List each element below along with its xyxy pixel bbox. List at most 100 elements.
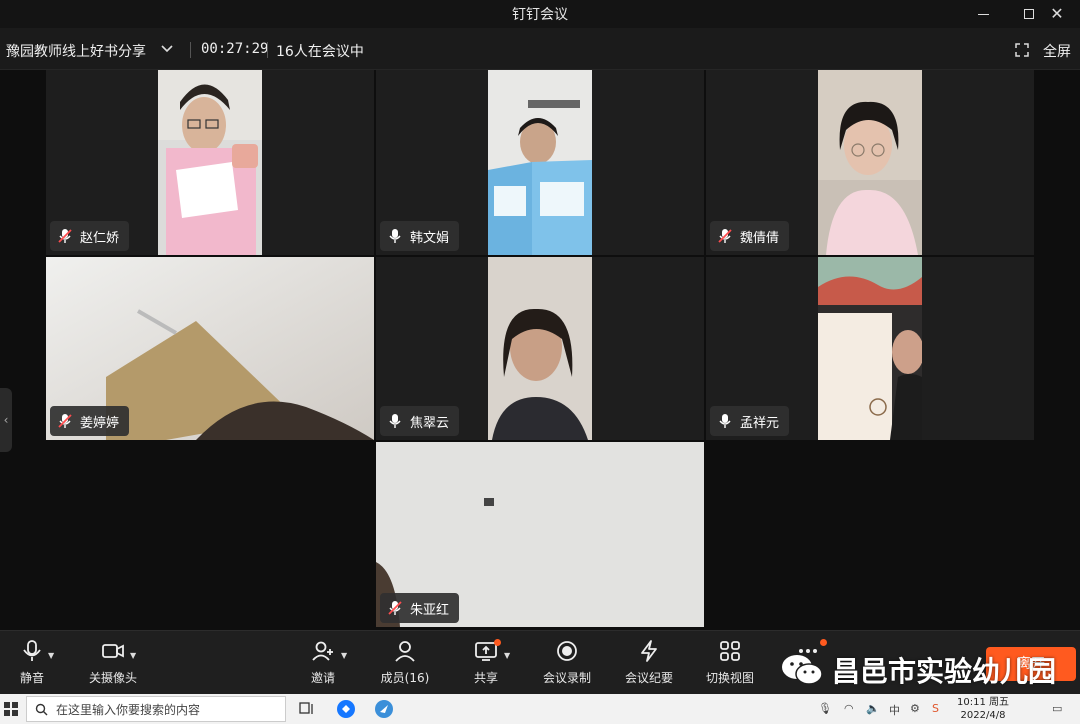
participant-name: 朱亚红: [410, 602, 450, 618]
maximize-icon: [1024, 9, 1034, 19]
video-camera-icon: [102, 644, 124, 658]
dropdown-arrow-icon[interactable]: ▼: [341, 651, 347, 660]
video-tile[interactable]: 韩文娟: [376, 70, 704, 255]
wifi-icon[interactable]: ◠: [844, 702, 854, 715]
dingtalk-app-icon[interactable]: [335, 698, 357, 720]
chevron-down-icon[interactable]: [160, 41, 174, 55]
search-placeholder: 在这里输入你要搜索的内容: [56, 702, 201, 717]
participant-video: [818, 70, 922, 255]
participant-name-chip: 焦翠云: [380, 406, 460, 436]
members-label: 成员(16): [380, 671, 430, 685]
notification-dot: [494, 639, 501, 646]
minutes-label: 会议纪要: [624, 671, 673, 685]
mic-icon: [719, 414, 731, 428]
mic-icon: [389, 414, 401, 428]
windows-start-icon[interactable]: [4, 702, 18, 716]
participant-name: 赵仁娇: [80, 230, 120, 246]
switch-view-label: 切换视图: [705, 671, 754, 685]
mic-muted-icon: [718, 229, 732, 243]
invite-button[interactable]: ▼ 邀请: [283, 639, 363, 686]
camera-button[interactable]: ▼ 关摄像头: [73, 639, 153, 686]
taskbar-search-input[interactable]: 在这里输入你要搜索的内容: [26, 696, 286, 722]
tray-app-icon[interactable]: ⚙: [910, 702, 920, 715]
lightning-icon: [641, 640, 657, 662]
participant-name-chip: 孟祥元: [710, 406, 790, 436]
minutes-button[interactable]: 会议纪要: [609, 639, 689, 686]
dropdown-arrow-icon[interactable]: ▼: [504, 651, 510, 660]
video-tile[interactable]: 魏倩倩: [706, 70, 1034, 255]
participant-video: [488, 257, 592, 440]
wechat-logo-icon: [782, 655, 823, 685]
video-grid: ‹ 赵仁娇 韩文娟 魏倩倩 姜婷婷 焦翠云 孟祥元 朱亚红: [0, 70, 1080, 630]
close-icon: ✕: [1050, 4, 1064, 23]
camera-label: 关摄像头: [88, 671, 137, 685]
participant-name: 魏倩倩: [740, 230, 780, 246]
side-panel-toggle[interactable]: ‹: [0, 388, 12, 452]
window-title-bar: 钉钉会议 ✕: [0, 0, 1080, 28]
record-label: 会议录制: [542, 671, 591, 685]
participant-name: 孟祥元: [740, 415, 780, 431]
microphone-icon: [23, 640, 41, 661]
mic-icon: [389, 229, 401, 243]
participant-name-chip: 魏倩倩: [710, 221, 790, 251]
mic-muted-icon: [388, 601, 402, 615]
fullscreen-button[interactable]: 全屏: [1043, 41, 1071, 61]
mic-muted-icon: [58, 229, 72, 243]
notification-center-icon[interactable]: ▭: [1052, 702, 1062, 715]
meeting-title[interactable]: 豫园教师线上好书分享: [6, 41, 146, 61]
watermark: 昌邑市实验幼儿园: [780, 650, 1056, 690]
share-button[interactable]: ▼ 共享: [446, 639, 526, 686]
participant-video: [818, 257, 922, 440]
ime-label[interactable]: 中: [889, 702, 900, 718]
members-icon: [395, 641, 415, 662]
participant-name: 韩文娟: [410, 230, 450, 246]
participant-name-chip: 赵仁娇: [50, 221, 130, 251]
divider: [190, 42, 191, 58]
dropdown-arrow-icon[interactable]: ▼: [48, 651, 54, 660]
participant-name-chip: 姜婷婷: [50, 406, 130, 436]
participant-name-chip: 韩文娟: [380, 221, 460, 251]
participant-count: 16人在会议中: [276, 44, 364, 60]
mute-button[interactable]: ▼ 静音: [0, 639, 72, 686]
app-icon[interactable]: [373, 698, 395, 720]
os-taskbar: 在这里输入你要搜索的内容 🎙 ◠ 🔈 中 ⚙ S 10:11 周五 2022/4…: [0, 694, 1080, 724]
members-button[interactable]: 成员(16): [365, 639, 445, 686]
video-tile[interactable]: 焦翠云: [376, 257, 704, 440]
minimize-icon: [977, 13, 989, 15]
divider: [267, 42, 268, 58]
participant-name-chip: 朱亚红: [380, 593, 460, 623]
volume-icon[interactable]: 🔈: [866, 702, 880, 715]
chevron-left-icon: ‹: [3, 413, 9, 427]
minimize-button[interactable]: [960, 0, 1006, 28]
system-clock[interactable]: 10:11 周五 2022/4/8: [956, 696, 1010, 722]
meeting-info-bar: 豫园教师线上好书分享 00:27:29 16人在会议中 全屏: [0, 28, 1080, 70]
video-tile[interactable]: 姜婷婷: [46, 257, 374, 440]
record-icon: [557, 641, 577, 661]
sogou-ime-icon[interactable]: S: [932, 702, 939, 715]
switch-view-button[interactable]: 切换视图: [690, 639, 770, 686]
participant-video: [488, 70, 592, 255]
search-icon: [35, 703, 48, 715]
notification-dot: [820, 639, 827, 646]
dropdown-arrow-icon[interactable]: ▼: [130, 651, 136, 660]
mute-label: 静音: [19, 671, 44, 685]
video-tile[interactable]: 孟祥元: [706, 257, 1034, 440]
task-view-icon[interactable]: [296, 698, 318, 720]
video-tile[interactable]: 赵仁娇: [46, 70, 374, 255]
microphone-tray-icon[interactable]: 🎙: [818, 702, 832, 715]
share-label: 共享: [473, 671, 498, 685]
participant-name: 焦翠云: [410, 415, 450, 431]
record-button[interactable]: 会议录制: [527, 639, 607, 686]
grid-view-icon: [720, 641, 740, 661]
window-title: 钉钉会议: [512, 7, 568, 23]
close-button[interactable]: ✕: [1034, 0, 1080, 28]
meeting-timer: 00:27:29: [201, 41, 269, 57]
participant-name: 姜婷婷: [80, 415, 120, 431]
fullscreen-icon[interactable]: [1015, 43, 1029, 57]
add-user-icon: [312, 641, 333, 661]
video-tile[interactable]: 朱亚红: [376, 442, 704, 627]
clock-time: 10:11 周五: [957, 697, 1009, 708]
clock-date: 2022/4/8: [960, 710, 1006, 721]
mic-muted-icon: [58, 414, 72, 428]
invite-label: 邀请: [310, 671, 335, 685]
